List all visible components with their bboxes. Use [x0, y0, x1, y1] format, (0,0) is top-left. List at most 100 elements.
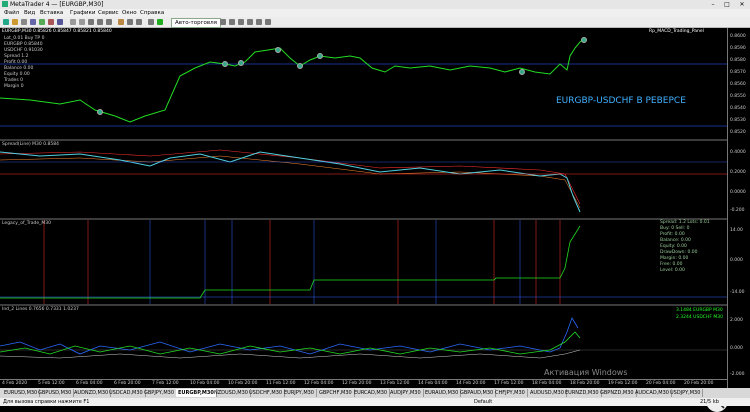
info-line-6: Balance 0.00 [4, 66, 34, 71]
new-order-icon[interactable] [3, 19, 9, 25]
zoom-in-icon[interactable] [70, 19, 76, 25]
app-icon [2, 1, 8, 7]
info-line-8: Trades 0 [4, 78, 23, 83]
autotrading-button[interactable]: Авто-торговля [171, 18, 221, 28]
pane3-stat-1: Spread: 1.2 Lots: 0.01 [660, 220, 710, 225]
info-line-1: Lot_0.01 Buy TP 0 [4, 36, 45, 41]
periods-icon[interactable] [127, 19, 133, 25]
menu-item-tools[interactable]: Сервис [98, 9, 119, 17]
indicator-name: Rp_MACD_Trading_Panel [649, 29, 704, 34]
tab-usdjpy[interactable]: USDJPY,M30 [668, 389, 704, 397]
tab-gbpchf[interactable]: GBPCHF,M30 [317, 389, 355, 397]
menu-item-help[interactable]: Справка [140, 9, 164, 17]
time-tick: 10 Feb 20:00 [228, 381, 258, 386]
pane3-stat-6: DrawDown: 0.00 [660, 250, 698, 255]
cursor-icon[interactable] [220, 19, 226, 25]
tab-usdcad[interactable]: USDCAD,M30 [107, 389, 146, 397]
menu-item-file[interactable]: Файл [4, 9, 19, 17]
time-tick: 14 Feb 04:00 [418, 381, 448, 386]
tab-eurjpy[interactable]: EURJPY,M30 [282, 389, 317, 397]
new-order-button-icon[interactable] [157, 19, 163, 25]
tab-audusd[interactable]: AUDUSD,M30 [528, 389, 567, 397]
navigator-icon[interactable] [39, 19, 45, 25]
open-icon[interactable] [12, 19, 18, 25]
tab-eurnzd[interactable]: EURNZD,M30 [563, 389, 602, 397]
pane2-label: Spread(Line) M30 0.8584 [2, 142, 59, 147]
tab-gbpjpy[interactable]: GBPJPY,M30 [142, 389, 178, 397]
spread-tick: 0.2000 [730, 170, 746, 175]
horizontal-line-icon[interactable] [247, 19, 253, 25]
time-tick: 6 Feb 20:00 [114, 381, 141, 386]
terminal-icon[interactable] [48, 19, 54, 25]
time-tick: 17 Feb 12:00 [494, 381, 524, 386]
text-icon[interactable] [265, 19, 271, 25]
status-traffic: 21/5 kb [700, 399, 719, 405]
tab-audcad[interactable]: AUDCAD,M30 [633, 389, 672, 397]
meta-editor-icon[interactable] [148, 19, 154, 25]
tab-eurcad[interactable]: EURCAD,M30 [352, 389, 391, 397]
price-tick: 0.8550 [730, 94, 746, 99]
close-button[interactable]: ✕ [735, 0, 749, 9]
crosshair-icon[interactable] [229, 19, 235, 25]
windows-activation-watermark: Активация Windows [544, 368, 628, 377]
time-tick: 11 Feb 12:00 [266, 381, 296, 386]
tab-eurgbp[interactable]: EURGBP,M30 [176, 389, 217, 397]
menu-item-view[interactable]: Вид [24, 9, 35, 17]
maximize-button[interactable]: □ [720, 0, 734, 9]
menu-item-insert[interactable]: Вставка [40, 9, 63, 17]
menu-item-charts[interactable]: Графики [70, 9, 95, 17]
vertical-line-icon[interactable] [238, 19, 244, 25]
chart-tabs: EURUSD,M30 GBPUSD,M30 AUDNZD,M30 USDCAD,… [0, 388, 750, 398]
tab-eurusd[interactable]: EURUSD,M30 [2, 389, 41, 397]
info-line-4: Spread 1.2 [4, 54, 29, 59]
tile-icon[interactable] [88, 19, 94, 25]
price-tick: 0.8570 [730, 70, 746, 75]
profiles-icon[interactable] [21, 19, 27, 25]
market-watch-icon[interactable] [30, 19, 36, 25]
tab-usdchf[interactable]: USDCHF,M30 [247, 389, 286, 397]
overlay-annotation: EURGBP-USDCHF В РЕВЕРСЕ [556, 96, 686, 106]
price-axis[interactable]: 0.8600 0.8590 0.8580 0.8570 0.8560 0.855… [727, 28, 750, 388]
price-tick: 0.8600 [730, 34, 746, 39]
spread-tick: -0.200 [730, 208, 745, 213]
pane3-label: Legacy_of_Trade_M30 [2, 221, 51, 226]
shift-icon[interactable] [106, 19, 112, 25]
tab-gbpaud[interactable]: GBPAUD,M30 [458, 389, 497, 397]
pane3-tick: -14.00 [730, 290, 745, 295]
tab-nzdusd[interactable]: NZDUSD,M30 [212, 389, 251, 397]
pane3-stat-8: Free: 0.00 [660, 262, 683, 267]
tester-icon[interactable] [57, 19, 63, 25]
status-profile: Default [474, 399, 493, 405]
pane3-stat-9: Level: 0.00 [660, 268, 685, 273]
menu-item-window[interactable]: Окно [122, 9, 137, 17]
tab-gbpusd[interactable]: GBPUSD,M30 [36, 389, 75, 397]
tab-euraud[interactable]: EURAUD,M30 [423, 389, 462, 397]
scroll-icon[interactable] [97, 19, 103, 25]
pane3-stat-3: Profit: 0.00 [660, 232, 685, 237]
chart-area[interactable]: EURGBP,M30 0.85826 0.85847 0.85821 0.858… [0, 28, 750, 412]
price-line [0, 37, 586, 123]
price-tick: 0.8540 [730, 106, 746, 111]
tab-audnzd[interactable]: AUDNZD,M30 [72, 389, 112, 397]
tab-chfjpy[interactable]: CHFJPY,M30 [493, 389, 528, 397]
indicators-icon[interactable] [118, 19, 124, 25]
info-line-3: USDCHF 0.91030 [4, 48, 43, 53]
pane4-label: Ind_2 Lines 0.7656 0.7331 1.0237 [2, 307, 79, 312]
time-tick: 12 Feb 04:00 [304, 381, 334, 386]
zoom-out-icon[interactable] [79, 19, 85, 25]
pane3-stat-7: Margin: 0.00 [660, 256, 689, 261]
trendline-icon[interactable] [256, 19, 262, 25]
templates-icon[interactable] [136, 19, 142, 25]
minimize-button[interactable]: – [706, 0, 720, 9]
pane4-value-1: 3.1484 EURGBP M30 [676, 308, 723, 313]
time-tick: 14 Feb 20:00 [456, 381, 486, 386]
pane4-tick: 0.000 [730, 346, 743, 351]
price-tick: 0.8530 [730, 118, 746, 123]
tab-audjpy[interactable]: AUDJPY,M30 [388, 389, 424, 397]
price-tick: 0.8560 [730, 82, 746, 87]
time-tick: 18 Feb 20:00 [570, 381, 600, 386]
symbol-line: EURGBP,M30 0.85826 0.85847 0.85821 0.858… [2, 29, 112, 34]
info-line-9: Margin 0 [4, 84, 24, 89]
tab-gbpnzd[interactable]: GBPNZD,M30 [598, 389, 637, 397]
time-tick: 7 Feb 12:00 [152, 381, 179, 386]
